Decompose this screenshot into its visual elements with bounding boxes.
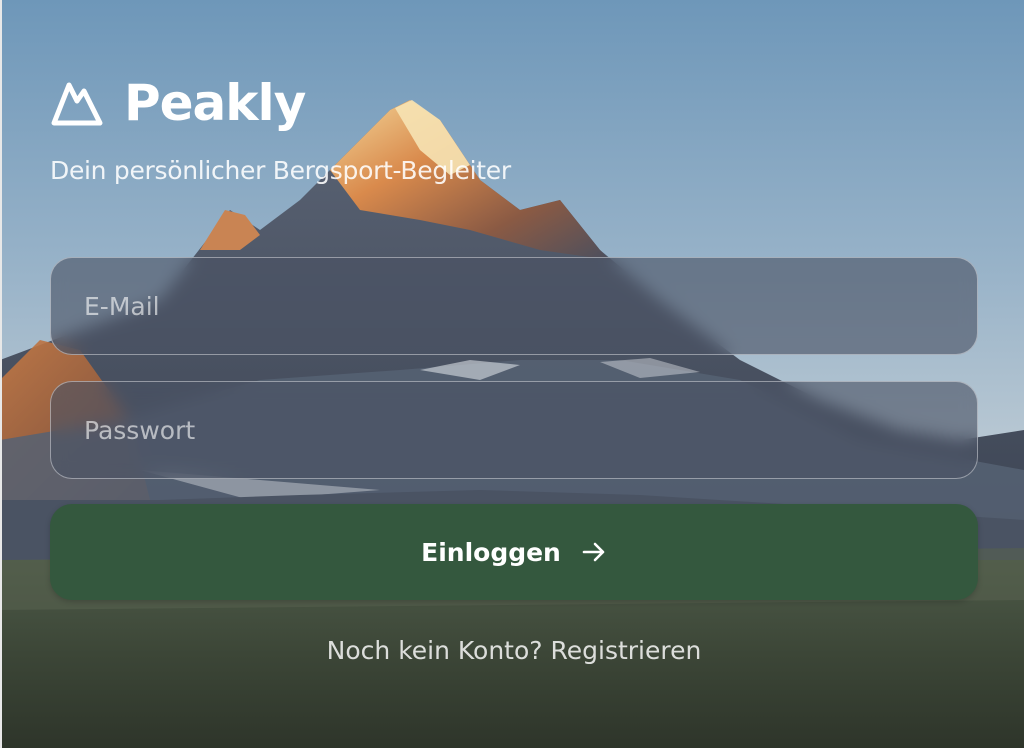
email-field-container: [50, 257, 978, 355]
app-name: Peakly: [124, 74, 306, 132]
password-field-container: [50, 381, 978, 479]
register-link[interactable]: Registrieren: [551, 636, 702, 665]
register-prompt: Noch kein Konto? Registrieren: [50, 636, 978, 665]
login-panel: Peakly Dein persönlicher Bergsport-Begle…: [50, 0, 978, 748]
login-button-label: Einloggen: [421, 537, 561, 567]
login-button[interactable]: Einloggen: [50, 504, 978, 600]
email-field[interactable]: [51, 258, 977, 354]
window-edge: [0, 0, 2, 748]
register-question: Noch kein Konto?: [326, 636, 551, 665]
mountain-icon: [50, 79, 104, 127]
tagline: Dein persönlicher Bergsport-Begleiter: [50, 156, 511, 185]
brand: Peakly: [50, 68, 306, 138]
password-field[interactable]: [51, 382, 977, 478]
login-screen: Peakly Dein persönlicher Bergsport-Begle…: [0, 0, 1024, 748]
arrow-right-icon: [581, 539, 607, 565]
